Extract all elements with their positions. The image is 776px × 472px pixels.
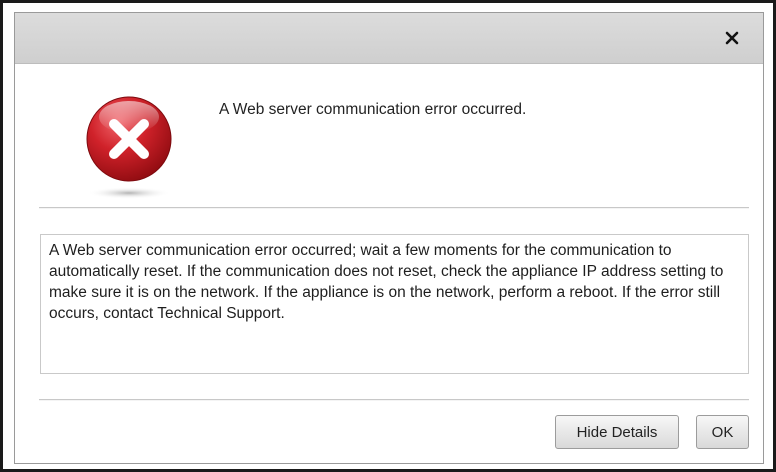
error-details-text: A Web server communication error occurre… bbox=[40, 234, 749, 374]
dialog-titlebar bbox=[15, 13, 763, 64]
hide-details-button[interactable]: Hide Details bbox=[555, 415, 679, 449]
divider bbox=[39, 399, 749, 401]
divider bbox=[39, 207, 749, 209]
error-dialog: A Web server communication error occurre… bbox=[14, 12, 764, 464]
error-icon bbox=[86, 96, 172, 199]
error-summary: A Web server communication error occurre… bbox=[219, 101, 527, 118]
close-icon bbox=[725, 31, 739, 45]
ok-button[interactable]: OK bbox=[696, 415, 749, 449]
close-button[interactable] bbox=[719, 25, 745, 51]
screenshot-frame: A Web server communication error occurre… bbox=[0, 0, 776, 472]
